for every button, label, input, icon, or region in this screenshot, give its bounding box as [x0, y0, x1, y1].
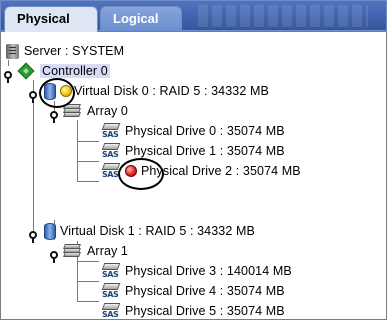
virtual-disk-icon [44, 82, 56, 100]
physical-drive-1-label: Physical Drive 1 : 35074 MB [125, 144, 285, 158]
sas-drive-icon: SAS [101, 302, 121, 320]
sas-drive-icon: SAS [101, 262, 121, 280]
tree-line [77, 161, 99, 162]
server-icon [6, 43, 19, 59]
warning-status-icon [60, 85, 72, 97]
array-1-collapse-toggle[interactable] [49, 251, 59, 263]
tree-node-physical-drive-3[interactable]: SAS Physical Drive 3 : 140014 MB [101, 261, 292, 281]
sas-drive-icon: SAS [101, 142, 121, 160]
physical-drive-3-label: Physical Drive 3 : 140014 MB [125, 264, 292, 278]
virtual-disk-icon [44, 222, 56, 240]
tree-node-controller[interactable]: Controller 0 [17, 61, 110, 81]
array-0-collapse-toggle[interactable] [49, 111, 59, 123]
tree-node-physical-drive-5[interactable]: SAS Physical Drive 5 : 35074 MB [101, 301, 285, 320]
tree-node-array-0[interactable]: Array 0 [63, 101, 128, 121]
tree-node-array-1[interactable]: Array 1 [63, 241, 128, 261]
sas-drive-icon: SAS [101, 122, 121, 140]
physical-drive-2-label: Physical Drive 2 : 35074 MB [141, 164, 301, 178]
virtual-disk-0-collapse-toggle[interactable] [28, 91, 38, 103]
tree-line [77, 181, 99, 182]
array-1-label: Array 1 [87, 244, 128, 258]
tree-node-physical-drive-2[interactable]: SAS Physical Drive 2 : 35074 MB [101, 161, 301, 181]
tree-line [77, 141, 99, 142]
array-0-label: Array 0 [87, 104, 128, 118]
array-icon [63, 244, 81, 258]
controller-collapse-toggle[interactable] [3, 71, 13, 83]
device-tree-panel: Server : SYSTEM Controller 0 Virtual Dis… [0, 31, 387, 320]
sas-drive-icon: SAS [101, 162, 121, 180]
tree-line [77, 120, 78, 181]
tree-line [77, 261, 99, 262]
virtual-disk-1-collapse-toggle[interactable] [28, 231, 38, 243]
tab-logical[interactable]: Logical [100, 6, 182, 31]
controller-label: Controller 0 [40, 64, 110, 78]
tree-node-virtual-disk-0[interactable]: Virtual Disk 0 : RAID 5 : 34332 MB [44, 81, 269, 101]
physical-drive-0-label: Physical Drive 0 : 35074 MB [125, 124, 285, 138]
tree-line [77, 301, 99, 302]
failed-status-icon [125, 165, 137, 177]
physical-drive-4-label: Physical Drive 4 : 35074 MB [125, 284, 285, 298]
tab-bar-decoration [198, 5, 368, 27]
tree-node-physical-drive-0[interactable]: SAS Physical Drive 0 : 35074 MB [101, 121, 285, 141]
controller-icon [17, 62, 35, 80]
tree-line [77, 281, 99, 282]
physical-drive-5-label: Physical Drive 5 : 35074 MB [125, 304, 285, 318]
server-label: Server : SYSTEM [24, 44, 125, 58]
tree-node-virtual-disk-1[interactable]: Virtual Disk 1 : RAID 5 : 34332 MB [44, 221, 255, 241]
virtual-disk-1-label: Virtual Disk 1 : RAID 5 : 34332 MB [60, 224, 255, 238]
tree-node-server[interactable]: Server : SYSTEM [6, 41, 124, 61]
tree-node-physical-drive-1[interactable]: SAS Physical Drive 1 : 35074 MB [101, 141, 285, 161]
virtual-disk-0-label: Virtual Disk 0 : RAID 5 : 34332 MB [74, 84, 269, 98]
tab-physical[interactable]: Physical [4, 6, 98, 32]
tree-line [33, 80, 34, 235]
sas-drive-icon: SAS [101, 282, 121, 300]
array-icon [63, 104, 81, 118]
tree-node-physical-drive-4[interactable]: SAS Physical Drive 4 : 35074 MB [101, 281, 285, 301]
